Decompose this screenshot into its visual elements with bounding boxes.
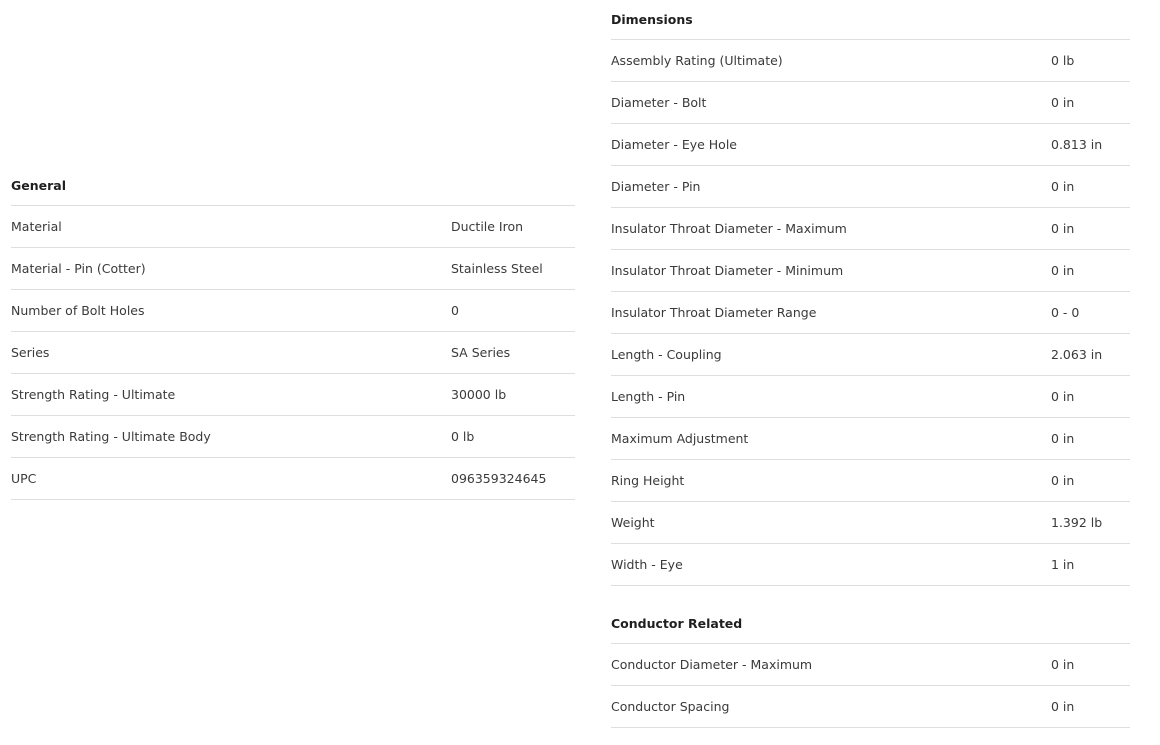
spec-row-bolt-holes: Number of Bolt Holes 0 — [11, 290, 575, 332]
spec-label: Width - Eye — [611, 557, 683, 572]
spec-row-max-adjustment: Maximum Adjustment 0 in — [611, 418, 1130, 460]
spec-value: 0 in — [1051, 699, 1075, 714]
spec-label: Number of Bolt Holes — [11, 303, 145, 318]
spec-label: Maximum Adjustment — [611, 431, 749, 446]
spec-value: 0 in — [1051, 389, 1075, 404]
spec-row-material: Material Ductile Iron — [11, 206, 575, 248]
spec-value: 0.813 in — [1051, 137, 1103, 152]
spec-label: Conductor Spacing — [611, 699, 730, 714]
spec-value: 0 in — [1051, 473, 1075, 488]
spec-value: 0 lb — [1051, 53, 1075, 68]
spec-label: Weight — [611, 515, 655, 530]
spec-value: 0 — [451, 303, 459, 318]
spec-label: Length - Coupling — [611, 347, 722, 362]
spec-row-series: Series SA Series — [11, 332, 575, 374]
spec-label: Diameter - Eye Hole — [611, 137, 737, 152]
spec-value: 0 in — [1051, 431, 1075, 446]
spec-label: Conductor Diameter - Maximum — [611, 657, 813, 672]
spec-label: Insulator Throat Diameter - Minimum — [611, 263, 844, 278]
conductor-spec-section: Conductor Related Conductor Diameter - M… — [611, 604, 1130, 728]
spec-row-weight: Weight 1.392 lb — [611, 502, 1130, 544]
spec-value: 1.392 lb — [1051, 515, 1103, 530]
spec-row-length-pin: Length - Pin 0 in — [611, 376, 1130, 418]
spec-row-diameter-pin: Diameter - Pin 0 in — [611, 166, 1130, 208]
section-title-conductor: Conductor Related — [611, 604, 1130, 644]
spec-value: 0 in — [1051, 657, 1075, 672]
spec-value: 0 in — [1051, 263, 1075, 278]
spec-label: Assembly Rating (Ultimate) — [611, 53, 783, 68]
spec-row-diameter-eye-hole: Diameter - Eye Hole 0.813 in — [611, 124, 1130, 166]
spec-row-strength-body: Strength Rating - Ultimate Body 0 lb — [11, 416, 575, 458]
spec-row-conductor-spacing: Conductor Spacing 0 in — [611, 686, 1130, 728]
spec-label: UPC — [11, 471, 37, 486]
spec-value: Ductile Iron — [451, 219, 524, 234]
spec-label: Insulator Throat Diameter Range — [611, 305, 817, 320]
spec-row-length-coupling: Length - Coupling 2.063 in — [611, 334, 1130, 376]
spec-row-throat-range: Insulator Throat Diameter Range 0 - 0 — [611, 292, 1130, 334]
spec-label: Diameter - Pin — [611, 179, 701, 194]
spec-value: 30000 lb — [451, 387, 507, 402]
spec-value: SA Series — [451, 345, 511, 360]
spec-row-throat-max: Insulator Throat Diameter - Maximum 0 in — [611, 208, 1130, 250]
spec-label: Diameter - Bolt — [611, 95, 707, 110]
spec-value: Stainless Steel — [451, 261, 543, 276]
spec-value: 0 in — [1051, 95, 1075, 110]
spec-row-strength-ultimate: Strength Rating - Ultimate 30000 lb — [11, 374, 575, 416]
spec-row-width-eye: Width - Eye 1 in — [611, 544, 1130, 586]
dimensions-spec-section: Dimensions Assembly Rating (Ultimate) 0 … — [611, 0, 1130, 586]
spec-value: 0 lb — [451, 429, 475, 444]
spec-value: 2.063 in — [1051, 347, 1103, 362]
spec-label: Material - Pin (Cotter) — [11, 261, 146, 276]
spec-label: Strength Rating - Ultimate Body — [11, 429, 211, 444]
spec-row-ring-height: Ring Height 0 in — [611, 460, 1130, 502]
section-title-general: General — [11, 166, 575, 206]
spec-row-material-pin: Material - Pin (Cotter) Stainless Steel — [11, 248, 575, 290]
spec-label: Length - Pin — [611, 389, 686, 404]
spec-label: Insulator Throat Diameter - Maximum — [611, 221, 847, 236]
spec-label: Strength Rating - Ultimate — [11, 387, 176, 402]
spec-row-conductor-diameter-max: Conductor Diameter - Maximum 0 in — [611, 644, 1130, 686]
section-title-dimensions: Dimensions — [611, 0, 1130, 40]
spec-row-assembly-rating: Assembly Rating (Ultimate) 0 lb — [611, 40, 1130, 82]
general-spec-section: General Material Ductile Iron Material -… — [11, 166, 575, 500]
spec-value: 0 in — [1051, 221, 1075, 236]
spec-row-diameter-bolt: Diameter - Bolt 0 in — [611, 82, 1130, 124]
spec-row-upc: UPC 096359324645 — [11, 458, 575, 500]
spec-value: 1 in — [1051, 557, 1075, 572]
spec-value: 0 - 0 — [1051, 305, 1080, 320]
spec-label: Material — [11, 219, 62, 234]
spec-value: 096359324645 — [451, 471, 547, 486]
spec-label: Ring Height — [611, 473, 685, 488]
spec-value: 0 in — [1051, 179, 1075, 194]
spec-row-throat-min: Insulator Throat Diameter - Minimum 0 in — [611, 250, 1130, 292]
spec-label: Series — [11, 345, 50, 360]
